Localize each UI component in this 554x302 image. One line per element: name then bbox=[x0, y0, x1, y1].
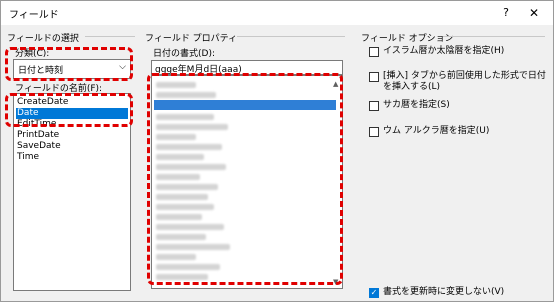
option-umm-al-qura-calendar[interactable]: ウム アルクラ暦を指定(U) bbox=[369, 126, 545, 137]
close-button[interactable]: ✕ bbox=[523, 4, 545, 22]
option-label: [挿入] タブから前回使用した形式で日付を挿入する(L) bbox=[383, 71, 546, 92]
date-format-label: 日付の書式(D): bbox=[153, 49, 215, 59]
section-divider bbox=[443, 36, 545, 37]
checkbox[interactable] bbox=[369, 127, 379, 137]
field-selection-title: フィールドの選択 bbox=[7, 34, 79, 44]
option-label: イスラム暦か太陰暦を指定(H) bbox=[383, 46, 505, 56]
option-label: サカ暦を指定(S) bbox=[383, 100, 450, 110]
checkbox[interactable] bbox=[369, 72, 379, 82]
option-saka-calendar[interactable]: サカ暦を指定(S) bbox=[369, 100, 545, 111]
highlight-format-list bbox=[147, 73, 343, 285]
checkbox[interactable] bbox=[369, 101, 379, 111]
section-divider bbox=[237, 36, 345, 37]
highlight-field-name bbox=[5, 93, 133, 127]
field-properties-title: フィールド プロパティ bbox=[145, 34, 238, 44]
checkbox[interactable] bbox=[369, 47, 379, 57]
option-label: ウム アルクラ暦を指定(U) bbox=[383, 126, 490, 136]
section-divider bbox=[85, 36, 135, 37]
option-preserve-formatting[interactable]: ✓ 書式を更新時に変更しない(V) bbox=[369, 287, 545, 298]
field-options-title: フィールド オプション bbox=[361, 34, 454, 44]
list-item[interactable]: PrintDate bbox=[16, 130, 128, 141]
field-dialog: フィールド ? ✕ フィールドの選択 分類(C): 日付と時刻 ⌵ フィールドの… bbox=[0, 0, 554, 302]
list-item[interactable]: SaveDate bbox=[16, 141, 128, 152]
help-button[interactable]: ? bbox=[497, 4, 515, 22]
option-insert-last-format[interactable]: [挿入] タブから前回使用した形式で日付を挿入する(L) bbox=[369, 71, 549, 93]
title-bar: フィールド ? ✕ bbox=[1, 1, 553, 25]
option-islamic-calendar[interactable]: イスラム暦か太陰暦を指定(H) bbox=[369, 46, 545, 57]
highlight-category bbox=[5, 47, 133, 81]
list-item[interactable]: Time bbox=[16, 152, 128, 163]
dialog-title: フィールド bbox=[9, 10, 59, 21]
option-label: 書式を更新時に変更しない(V) bbox=[383, 287, 505, 297]
checkbox-checked[interactable]: ✓ bbox=[369, 288, 379, 298]
